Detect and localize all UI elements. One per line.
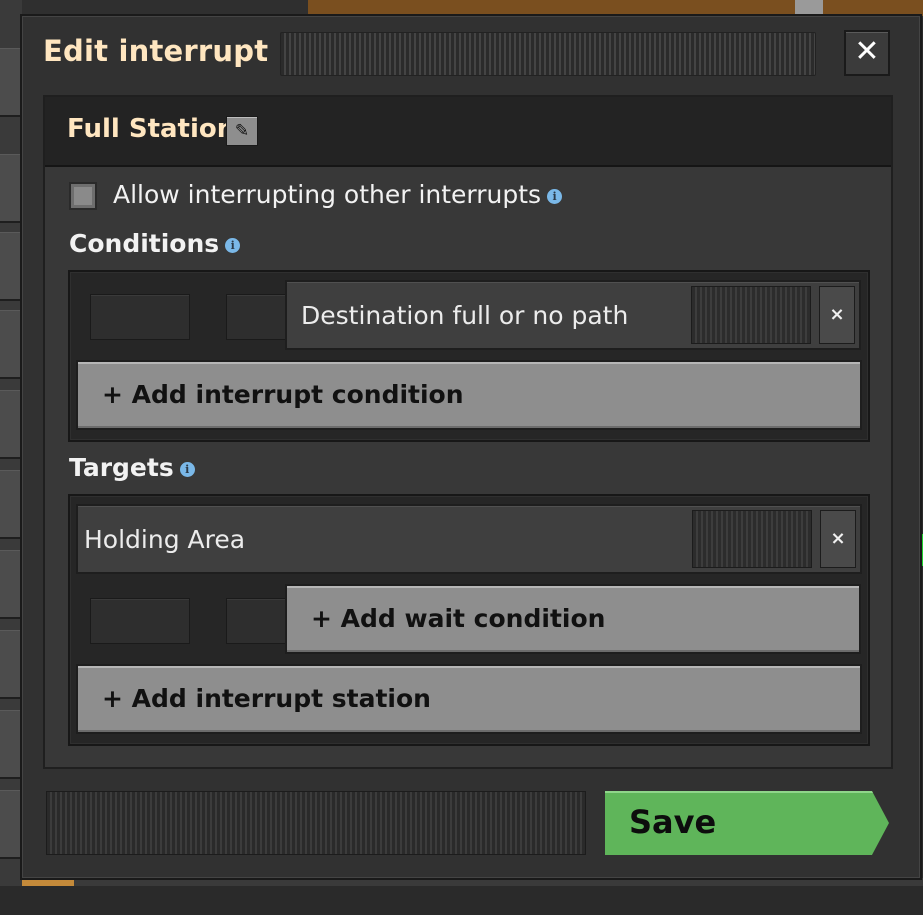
targets-heading: Targets i <box>69 453 195 482</box>
close-icon: ✕ <box>854 34 880 69</box>
conditions-list: Destination full or no path × + Add inte… <box>68 270 870 442</box>
pencil-icon: ✎ <box>234 121 250 141</box>
condition-and-or-slot[interactable] <box>90 294 190 340</box>
background-bottom <box>22 878 923 886</box>
background-slot <box>0 790 20 859</box>
target-station-row[interactable]: Holding Area × <box>76 504 862 574</box>
background-slot <box>0 550 20 619</box>
conditions-label: Conditions <box>69 229 220 258</box>
close-button[interactable]: ✕ <box>844 30 890 76</box>
add-interrupt-condition-button[interactable]: + Add interrupt condition <box>76 360 862 430</box>
background-slot <box>0 154 20 223</box>
background-slot <box>0 232 20 301</box>
wait-indent-slot[interactable] <box>226 598 286 644</box>
condition-row[interactable]: Destination full or no path × <box>285 280 861 350</box>
condition-drag-handle[interactable] <box>691 286 811 344</box>
info-icon[interactable]: i <box>179 461 195 477</box>
dialog-title: Edit interrupt <box>43 34 269 68</box>
background-slot <box>0 710 20 779</box>
allow-interrupting-label: Allow interrupting other interrupts i <box>113 180 563 209</box>
background-game-world <box>308 0 923 16</box>
interrupt-name-header: Full Station ✎ <box>45 97 891 167</box>
conditions-heading: Conditions i <box>69 229 241 258</box>
condition-indent-slot[interactable] <box>226 294 286 340</box>
interrupt-name: Full Station <box>67 114 236 144</box>
background-strip <box>795 0 823 16</box>
targets-label: Targets <box>69 453 174 482</box>
background-slot <box>0 470 20 539</box>
dialog-drag-handle[interactable] <box>280 32 816 76</box>
info-icon[interactable]: i <box>547 188 563 204</box>
close-icon: × <box>830 528 846 549</box>
background-left-panel <box>0 0 22 886</box>
targets-list: Holding Area × + Add wait condition + Ad… <box>68 494 870 746</box>
background-slot <box>0 310 20 379</box>
station-name: Holding Area <box>84 525 246 554</box>
add-wait-condition-button[interactable]: + Add wait condition <box>285 584 861 654</box>
footer-drag-handle[interactable] <box>46 791 586 855</box>
allow-interrupting-text: Allow interrupting other interrupts <box>113 180 542 209</box>
edit-interrupt-dialog: Edit interrupt ✕ Full Station ✎ Allow in… <box>22 16 920 878</box>
interrupt-content-frame: Full Station ✎ Allow interrupting other … <box>43 95 893 769</box>
remove-condition-button[interactable]: × <box>819 286 855 344</box>
background-bottom-accent <box>22 878 74 886</box>
condition-text: Destination full or no path <box>301 301 629 330</box>
background-slot <box>0 630 20 699</box>
background-slot <box>0 48 20 117</box>
rename-button[interactable]: ✎ <box>226 116 258 146</box>
allow-interrupting-checkbox[interactable] <box>69 182 97 210</box>
station-drag-handle[interactable] <box>692 510 812 568</box>
close-icon: × <box>829 304 845 325</box>
wait-and-or-slot[interactable] <box>90 598 190 644</box>
remove-station-button[interactable]: × <box>820 510 856 568</box>
add-interrupt-station-button[interactable]: + Add interrupt station <box>76 664 862 734</box>
save-interrupt-button[interactable]: Save interrupt <box>605 791 889 855</box>
background-slot <box>0 390 20 459</box>
info-icon[interactable]: i <box>225 237 241 253</box>
